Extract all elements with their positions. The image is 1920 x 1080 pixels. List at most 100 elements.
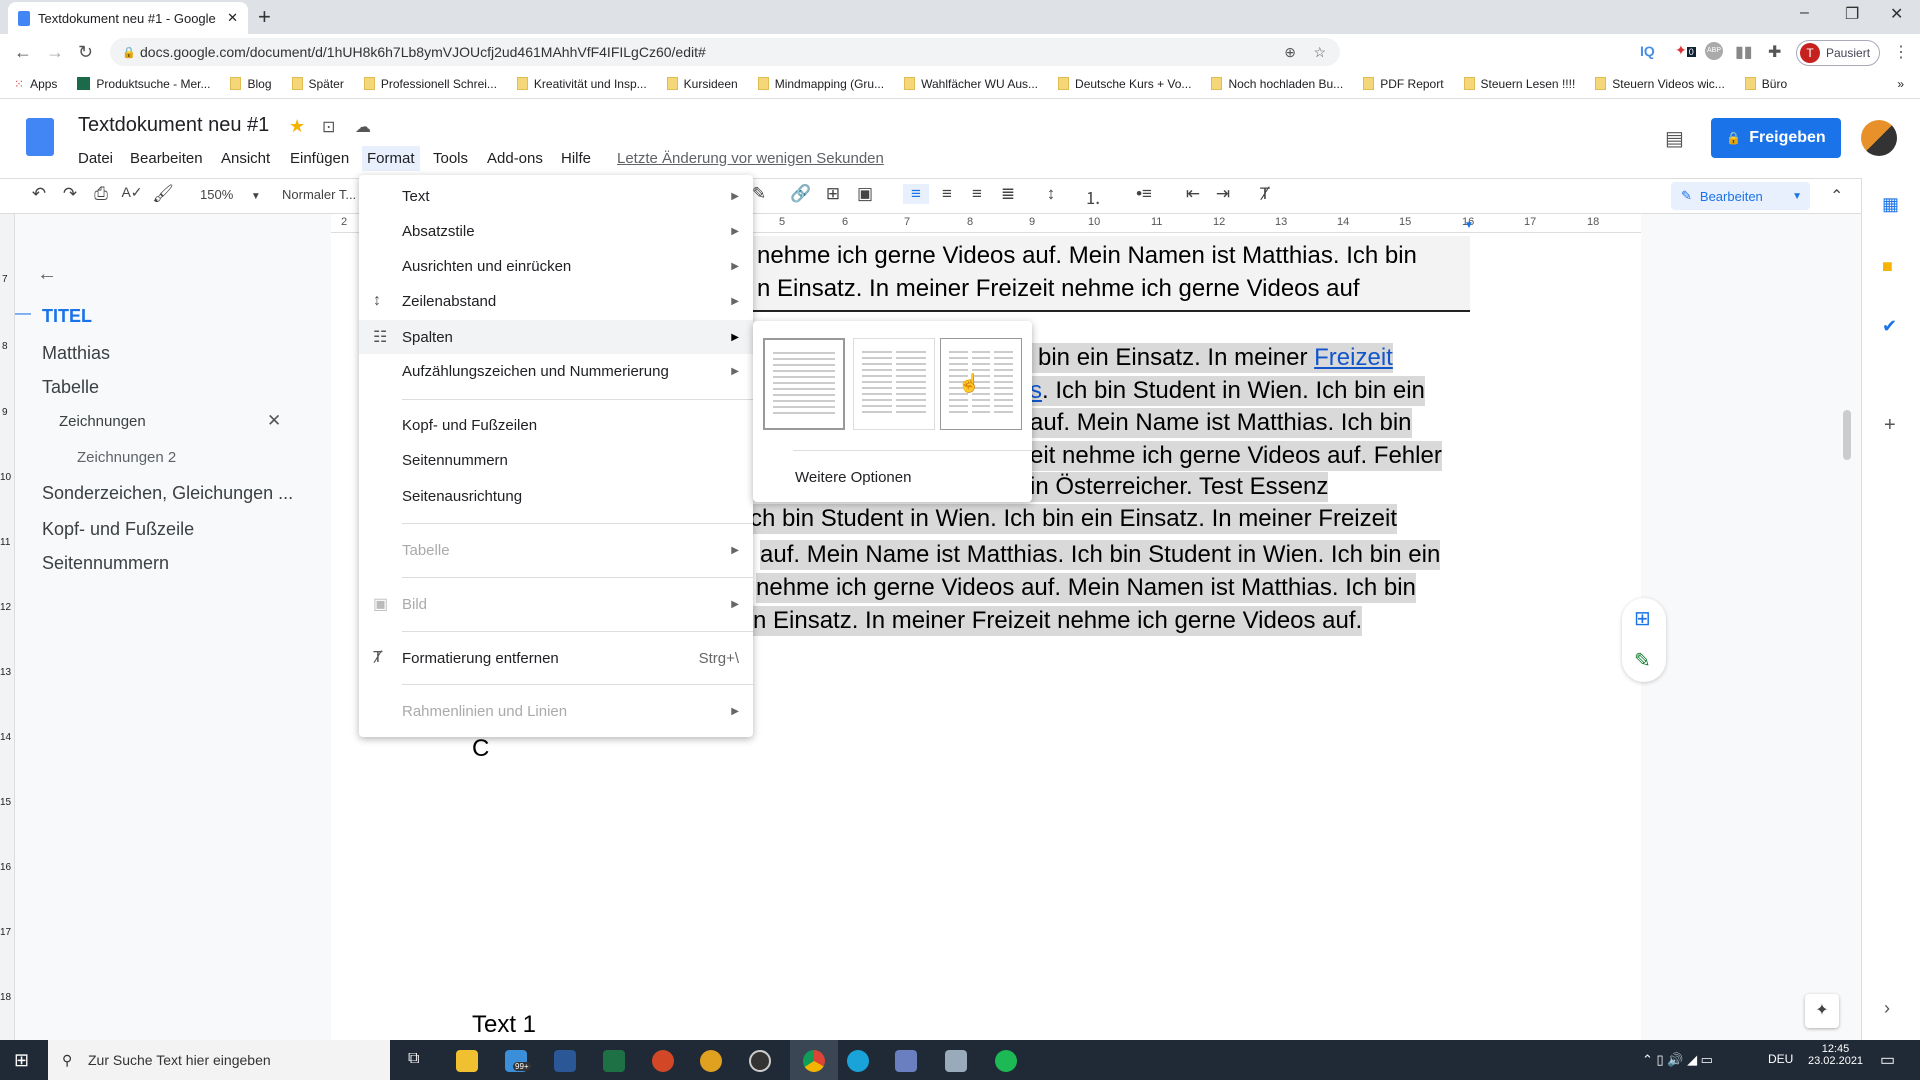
zoom-icon[interactable]: ⊕	[1284, 44, 1296, 61]
spotify-icon[interactable]	[995, 1050, 1017, 1072]
puzzle-icon[interactable]: ✚	[1768, 42, 1781, 62]
menu-item-text[interactable]: Text ▶	[359, 179, 753, 213]
bookmark[interactable]: Steuern Videos wic...	[1595, 77, 1725, 91]
move-folder-icon[interactable]: ⊡	[322, 117, 335, 137]
mail-icon[interactable]: 99+	[505, 1050, 531, 1072]
language-indicator[interactable]: DEU	[1768, 1052, 1793, 1066]
bulleted-list-icon[interactable]: •≡	[1131, 184, 1157, 204]
align-right-icon[interactable]: ≡	[964, 184, 990, 204]
zoom-select[interactable]: 150% ▼	[200, 187, 261, 202]
menu-item-absatzstile[interactable]: Absatzstile ▶	[359, 214, 753, 248]
new-tab-button[interactable]: +	[258, 4, 271, 30]
bookmark[interactable]: Noch hochladen Bu...	[1211, 77, 1343, 91]
clock[interactable]: 12:45 23.02.2021	[1808, 1043, 1863, 1067]
justify-icon[interactable]: ≣	[995, 184, 1021, 204]
two-columns-option[interactable]	[853, 338, 935, 430]
bookmark[interactable]: Wahlfächer WU Aus...	[904, 77, 1038, 91]
menu-ansicht[interactable]: Ansicht	[218, 148, 273, 169]
app-icon[interactable]	[895, 1050, 917, 1072]
restore-button[interactable]: ❐	[1845, 4, 1859, 24]
outline-item[interactable]: Zeichnungen	[59, 413, 146, 430]
redo-icon[interactable]: ↷	[57, 184, 83, 204]
cloud-status-icon[interactable]: ☁	[355, 117, 371, 137]
print-icon[interactable]: ⎙	[88, 184, 114, 204]
editing-mode-button[interactable]: ✎ Bearbeiten ▼	[1671, 182, 1810, 210]
minimize-button[interactable]: –	[1800, 4, 1809, 22]
star-icon[interactable]: ☆	[1313, 44, 1326, 61]
outline-item[interactable]: Zeichnungen 2	[77, 449, 176, 466]
link-icon[interactable]: 🔗	[788, 184, 814, 204]
paint-format-icon[interactable]: 🖌	[150, 184, 176, 204]
menu-item-zeilenabstand[interactable]: ↕ Zeilenabstand ▶	[359, 284, 753, 318]
right-indent-marker[interactable]: ▼	[1464, 220, 1474, 231]
comments-icon[interactable]: ▤	[1665, 126, 1684, 151]
outline-item[interactable]: Kopf- und Fußzeile	[42, 519, 194, 540]
app-icon[interactable]	[945, 1050, 967, 1072]
chrome-taskbar-button[interactable]	[790, 1040, 838, 1080]
menu-item-seitennummern[interactable]: Seitennummern	[359, 443, 753, 477]
last-edit-link[interactable]: Letzte Änderung vor wenigen Sekunden	[614, 148, 887, 169]
close-icon[interactable]: ✕	[267, 411, 281, 431]
add-comment-icon[interactable]: ⊞	[820, 184, 846, 204]
menu-format[interactable]: Format	[362, 146, 420, 171]
numbered-list-icon[interactable]: ⒈	[1080, 184, 1106, 209]
close-tab-icon[interactable]: ✕	[227, 10, 238, 26]
menu-item-seitenausrichtung[interactable]: Seitenausrichtung	[359, 479, 753, 513]
one-column-option[interactable]	[763, 338, 845, 430]
outline-item[interactable]: Matthias	[42, 343, 110, 364]
menu-addons[interactable]: Add-ons	[484, 148, 546, 169]
tray-icons[interactable]: ⌃ ▯ 🔊 ◢ ▭	[1642, 1052, 1713, 1068]
reload-icon[interactable]: ↻	[78, 42, 93, 63]
bookmark[interactable]: Professionell Schrei...	[363, 77, 497, 91]
add-addon-icon[interactable]: +	[1884, 414, 1896, 437]
menu-tools[interactable]: Tools	[430, 148, 471, 169]
line-spacing-icon[interactable]: ↕	[1038, 184, 1064, 204]
bookmark[interactable]: Blog	[230, 77, 272, 91]
vertical-ruler[interactable]: 7 8 9 10 11 12 13 14 15 16 17 18	[0, 214, 15, 1040]
menu-hilfe[interactable]: Hilfe	[558, 148, 594, 169]
bookmark-apps[interactable]: ⁙ Apps	[14, 77, 57, 91]
outline-item[interactable]: TITEL	[42, 306, 92, 327]
powerpoint-icon[interactable]	[652, 1050, 674, 1072]
bookmark[interactable]: PDF Report	[1363, 77, 1444, 91]
obs-icon[interactable]	[749, 1050, 771, 1072]
menu-einfuegen[interactable]: Einfügen	[287, 148, 352, 169]
iq-extension-icon[interactable]: IQ	[1640, 43, 1655, 59]
back-arrow-icon[interactable]: ←	[37, 263, 57, 286]
bookmark[interactable]: Kreativität und Insp...	[516, 77, 647, 91]
clear-formatting-icon[interactable]: Ⱦ	[1252, 184, 1278, 204]
three-columns-option[interactable]	[940, 338, 1022, 430]
bookmark[interactable]: Kursideen	[666, 77, 738, 91]
profile-button[interactable]: T Pausiert	[1796, 40, 1880, 66]
increase-indent-icon[interactable]: ⇥	[1210, 184, 1236, 204]
address-bar[interactable]: 🔒 docs.google.com/document/d/1hUH8k6h7Lb…	[110, 38, 1340, 66]
menu-item-ausrichten[interactable]: Ausrichten und einrücken ▶	[359, 249, 753, 283]
bookmark[interactable]: Später	[291, 77, 344, 91]
menu-bearbeiten[interactable]: Bearbeiten	[127, 148, 206, 169]
app-icon[interactable]	[700, 1050, 722, 1072]
style-select[interactable]: Normaler T...	[282, 187, 356, 202]
file-explorer-icon[interactable]	[456, 1050, 478, 1072]
document-title[interactable]: Textdokument neu #1	[78, 114, 269, 137]
bookmark[interactable]: Mindmapping (Gru...	[757, 77, 884, 91]
menu-item-formatierung-entfernen[interactable]: Ⱦ Formatierung entfernen Strg+\	[359, 641, 753, 675]
add-comment-icon[interactable]: ⊞	[1634, 606, 1651, 631]
tasks-icon[interactable]: ✔	[1882, 316, 1897, 337]
word-icon[interactable]	[554, 1050, 576, 1072]
freizeit-link[interactable]: Freizeit	[1314, 344, 1393, 371]
browser-tab[interactable]: Textdokument neu #1 - Google D ✕	[8, 2, 248, 34]
adblock-icon[interactable]: ABP	[1705, 42, 1723, 60]
explore-icon[interactable]: ✦	[1805, 994, 1839, 1028]
back-icon[interactable]: ←	[14, 42, 32, 63]
star-icon[interactable]: ★	[289, 116, 305, 137]
extension-icon[interactable]: ✦ 0	[1675, 42, 1696, 59]
close-window-button[interactable]: ✕	[1890, 4, 1903, 24]
share-button[interactable]: 🔒 Freigeben	[1711, 118, 1841, 158]
insert-image-icon[interactable]: ▣	[852, 184, 878, 204]
menu-datei[interactable]: Datei	[75, 148, 116, 169]
user-avatar[interactable]	[1861, 120, 1897, 156]
notifications-icon[interactable]: ▭	[1880, 1050, 1895, 1070]
align-left-icon[interactable]: ≡	[903, 184, 929, 204]
suggest-edit-icon[interactable]: ✎	[1634, 648, 1651, 673]
docs-logo-icon[interactable]	[26, 118, 54, 156]
